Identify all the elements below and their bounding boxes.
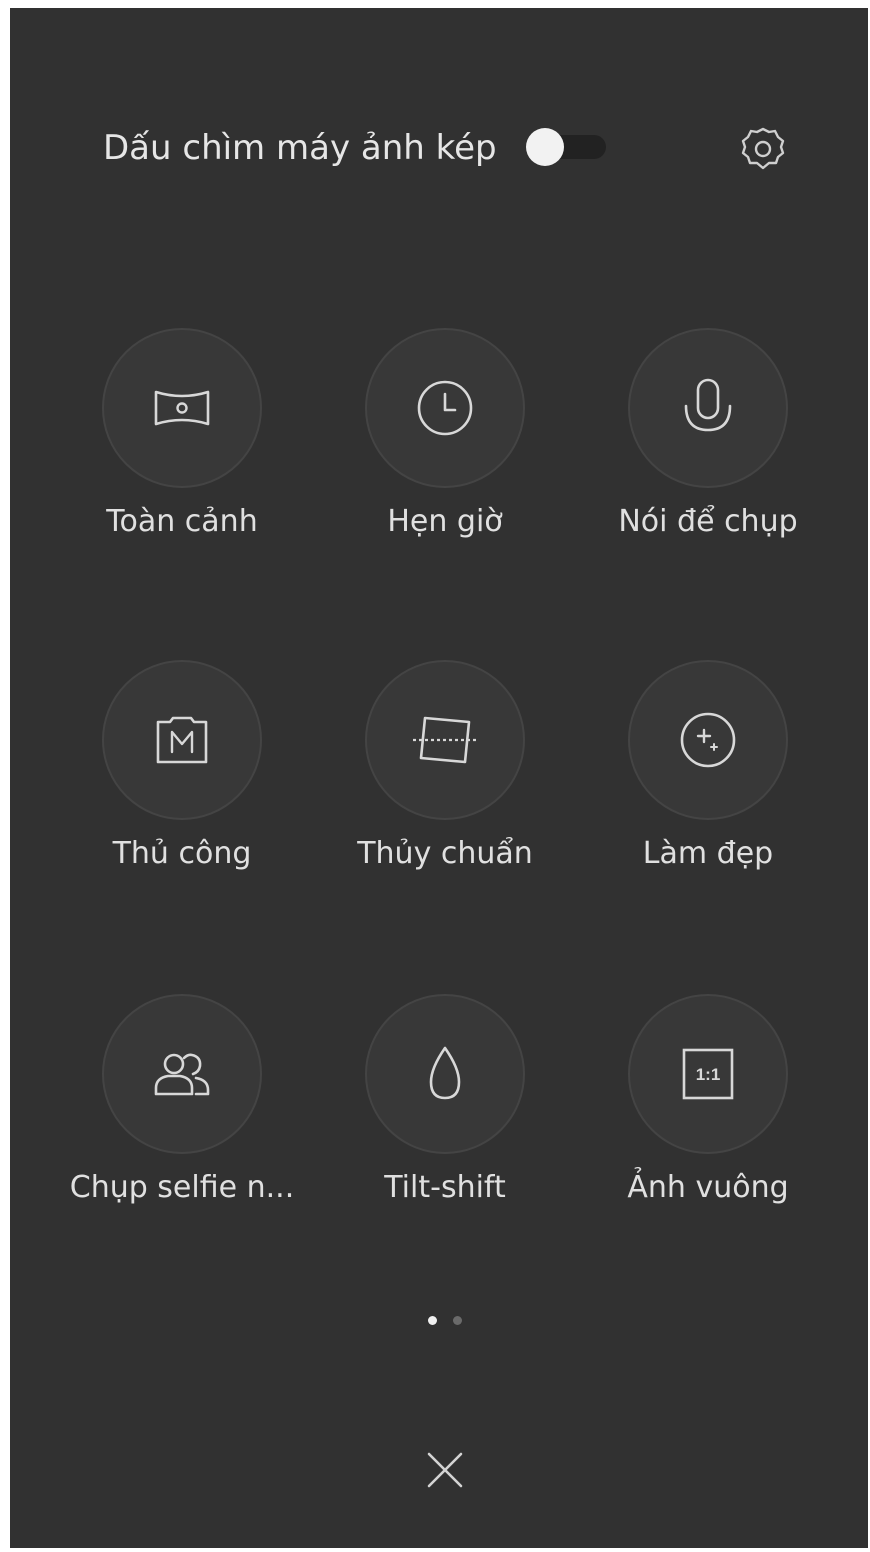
beauty-sparkle-icon (672, 704, 744, 776)
square-1-1-icon: 1:1 (672, 1038, 744, 1110)
mode-label: Thủy chuẩn (357, 836, 533, 871)
mode-circle (628, 660, 788, 820)
clock-icon (409, 372, 481, 444)
mode-circle (365, 994, 525, 1154)
camera-modes-panel: Dấu chìm máy ảnh kép Toàn cảnh Hẹn giờ N… (10, 8, 868, 1548)
mode-circle: 1:1 (628, 994, 788, 1154)
mode-tile-timer[interactable]: Hẹn giờ (325, 328, 565, 588)
mode-circle (365, 660, 525, 820)
mode-tile-beauty[interactable]: Làm đẹp (588, 660, 828, 920)
page-indicator (422, 1316, 462, 1328)
mode-tile-group-selfie[interactable]: Chụp selfie n... (62, 994, 302, 1254)
mode-label: Làm đẹp (642, 836, 774, 871)
mode-tile-manual[interactable]: Thủ công (62, 660, 302, 920)
level-icon (409, 704, 481, 776)
group-selfie-icon (146, 1038, 218, 1110)
mode-circle (102, 994, 262, 1154)
mode-label: Toàn cảnh (106, 504, 258, 539)
mode-circle (365, 328, 525, 488)
close-button[interactable] (415, 1440, 475, 1500)
mode-label: Nói để chụp (618, 504, 798, 539)
panorama-icon (146, 372, 218, 444)
microphone-icon (672, 372, 744, 444)
close-icon (415, 1440, 475, 1500)
mode-label: Tilt-shift (384, 1170, 506, 1205)
page-dot-inactive[interactable] (453, 1316, 462, 1325)
mode-tile-square-photo[interactable]: 1:1 Ảnh vuông (588, 994, 828, 1254)
mode-label: Thủ công (112, 836, 252, 871)
droplet-icon (409, 1038, 481, 1110)
mode-tile-panorama[interactable]: Toàn cảnh (62, 328, 302, 588)
manual-m-icon (146, 704, 218, 776)
square-icon-text: 1:1 (696, 1065, 721, 1084)
mode-tile-voice-capture[interactable]: Nói để chụp (588, 328, 828, 588)
mode-tile-level[interactable]: Thủy chuẩn (325, 660, 565, 920)
mode-label: Ảnh vuông (627, 1170, 789, 1205)
mode-circle (102, 660, 262, 820)
mode-circle (628, 328, 788, 488)
mode-circle (102, 328, 262, 488)
page-dot-active[interactable] (428, 1316, 437, 1325)
mode-label: Chụp selfie n... (69, 1170, 295, 1205)
mode-label: Hẹn giờ (387, 504, 503, 539)
mode-tile-tilt-shift[interactable]: Tilt-shift (325, 994, 565, 1254)
